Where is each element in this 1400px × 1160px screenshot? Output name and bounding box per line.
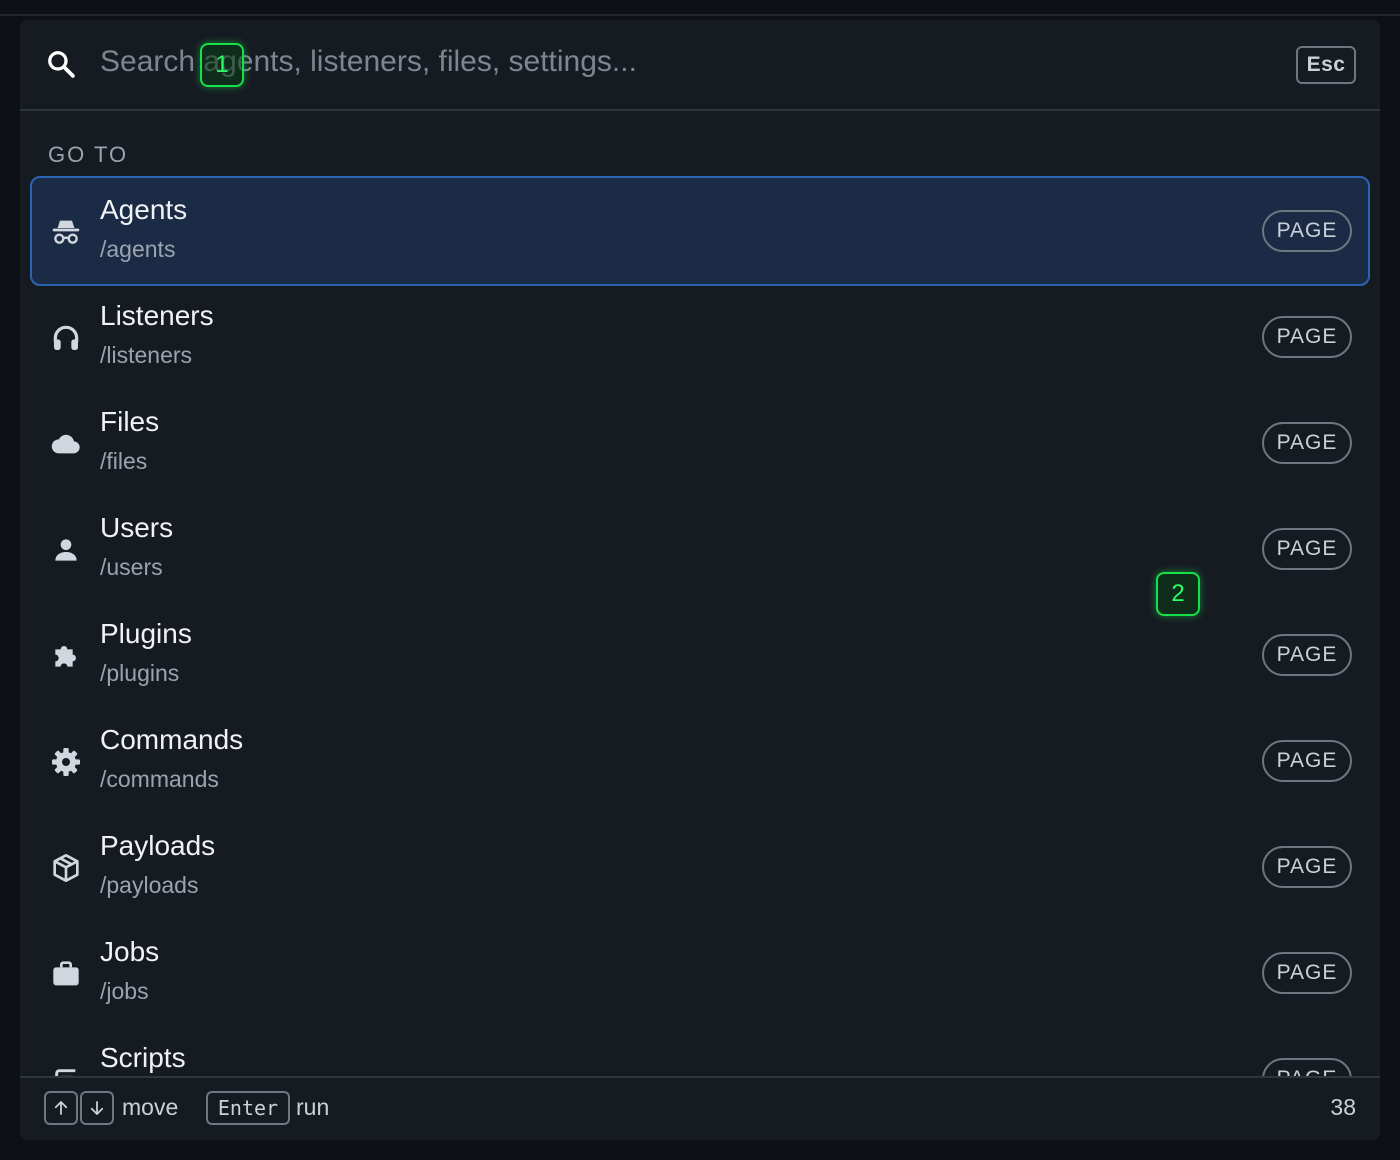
arrow-up-icon [54, 1101, 68, 1115]
section-label-go-to: GO TO [48, 142, 129, 167]
page-badge: PAGE [1262, 1058, 1352, 1076]
headphones-icon [53, 325, 79, 350]
result-path: /users [100, 554, 163, 580]
enter-key: Enter [206, 1091, 290, 1125]
overlay-marker-2: 2 [1156, 572, 1200, 616]
page-badge: PAGE [1262, 528, 1352, 570]
result-title: Listeners [100, 300, 214, 331]
result-item-listeners[interactable]: Listeners /listeners PAGE [30, 282, 1370, 392]
briefcase-icon [53, 961, 79, 986]
results-list: Agents /agents PAGE Listeners /listeners… [30, 176, 1370, 1076]
page-badge: PAGE [1262, 210, 1352, 252]
result-path: /jobs [100, 978, 149, 1004]
palette-footer: move Enter run 38 [20, 1076, 1380, 1140]
result-path: /plugins [100, 660, 180, 686]
esc-key[interactable]: Esc [1296, 46, 1356, 84]
cloud-icon [51, 434, 80, 454]
result-path: /payloads [100, 872, 199, 898]
arrow-up-key [44, 1091, 78, 1125]
puzzle-icon [55, 646, 76, 667]
result-title: Commands [100, 724, 244, 755]
page-badge: PAGE [1262, 740, 1352, 782]
page-badge: PAGE [1262, 422, 1352, 464]
arrow-down-icon [90, 1101, 104, 1115]
page-badge: PAGE [1262, 634, 1352, 676]
move-hint: move [122, 1094, 179, 1120]
result-item-payloads[interactable]: Payloads /payloads PAGE [30, 812, 1370, 922]
result-path: /files [100, 448, 148, 474]
script-icon [55, 1069, 76, 1076]
result-title: Users [100, 512, 174, 543]
gear-icon [52, 748, 80, 776]
search-icon [48, 51, 75, 78]
user-icon [55, 539, 77, 561]
window-top-divider [0, 14, 1400, 16]
result-item-jobs[interactable]: Jobs /jobs PAGE [30, 918, 1370, 1028]
run-hint: run [296, 1094, 330, 1120]
incognito-icon [52, 220, 80, 244]
result-path: /commands [100, 766, 219, 792]
result-item-plugins[interactable]: Plugins /plugins PAGE [30, 600, 1370, 710]
result-path: /agents [100, 236, 176, 262]
page-badge: PAGE [1262, 846, 1352, 888]
result-item-agents[interactable]: Agents /agents PAGE [30, 176, 1370, 286]
result-item-commands[interactable]: Commands /commands PAGE [30, 706, 1370, 816]
result-item-files[interactable]: Files /files PAGE [30, 388, 1370, 498]
result-count: 38 [1330, 1094, 1356, 1120]
result-title: Plugins [100, 618, 192, 649]
overlay-marker-1: 1 [200, 43, 244, 87]
result-title: Payloads [100, 830, 216, 861]
result-title: Scripts [100, 1042, 186, 1073]
arrow-down-key [80, 1091, 114, 1125]
result-item-scripts[interactable]: Scripts PAGE [30, 1024, 1370, 1076]
page-badge: PAGE [1262, 316, 1352, 358]
package-icon [53, 854, 79, 882]
search-input[interactable] [100, 40, 1250, 84]
result-path: /listeners [100, 342, 193, 368]
result-title: Jobs [100, 936, 160, 967]
result-title: Files [100, 406, 160, 437]
page-badge: PAGE [1262, 952, 1352, 994]
result-title: Agents [100, 194, 188, 225]
